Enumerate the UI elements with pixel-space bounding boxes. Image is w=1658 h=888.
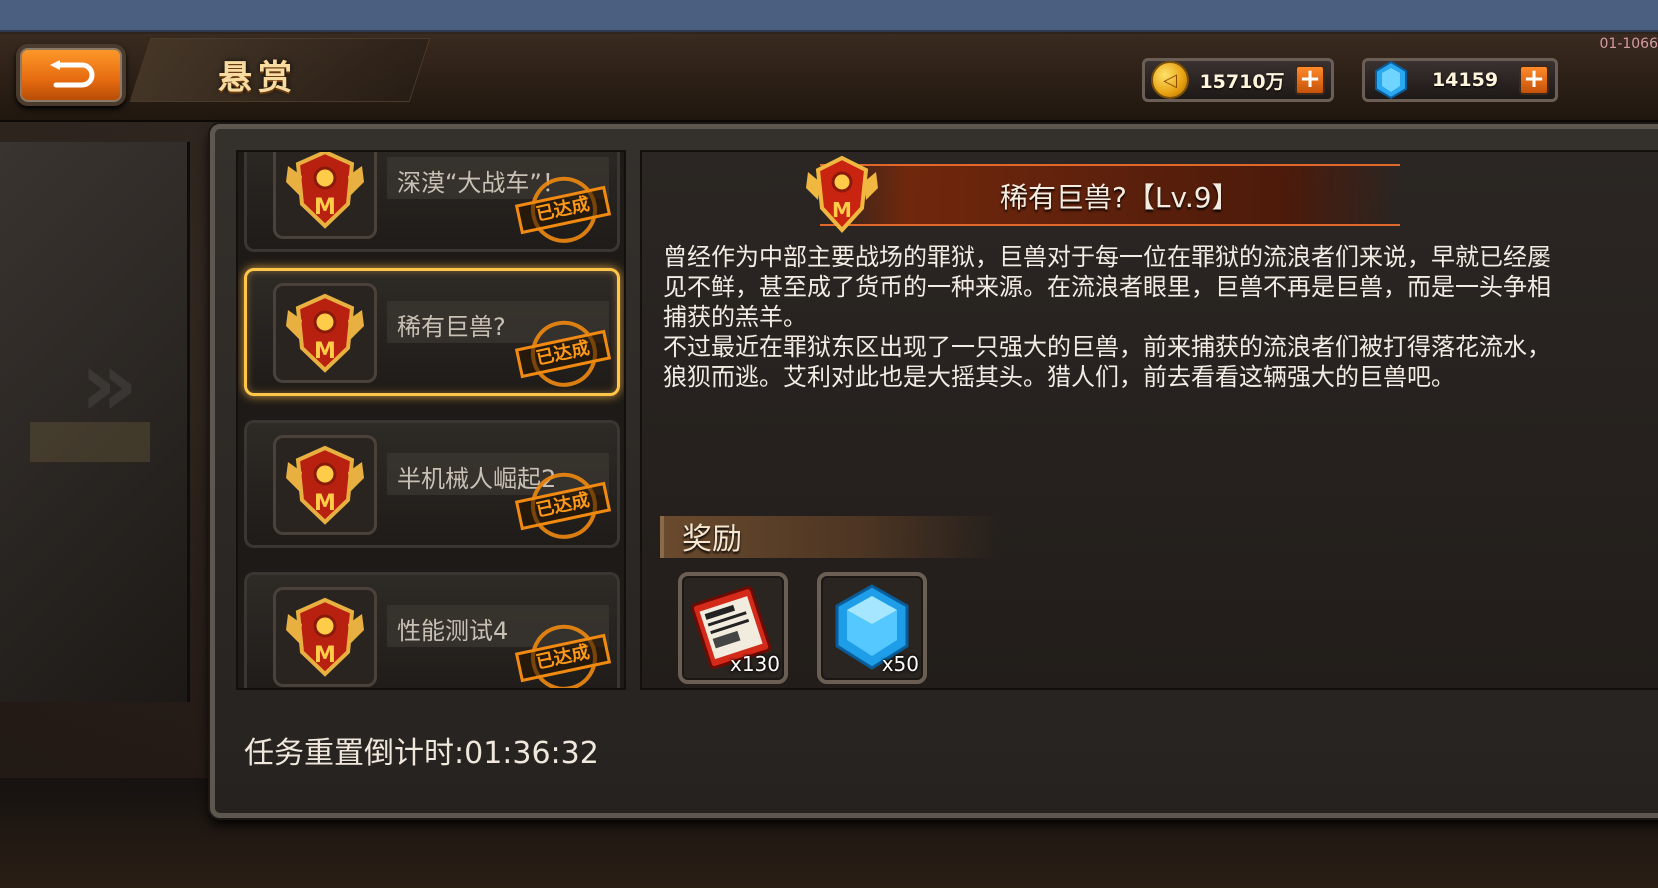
gem-currency-display: 14159 + <box>1362 58 1558 102</box>
bounty-list[interactable]: M 深漠“大战车”！ 已达成 M 稀有巨兽? 已达成 M 半机械人崛起2 已达成… <box>236 150 626 690</box>
gold-currency-display: ◁ 15710万 + <box>1142 58 1334 102</box>
bounty-badge-icon: M <box>286 445 364 525</box>
reward-quantity: x130 <box>729 652 780 676</box>
bounty-badge-frame: M <box>273 152 377 239</box>
bounty-list-item-selected[interactable]: M 稀有巨兽? 已达成 <box>244 268 620 396</box>
svg-text:M: M <box>314 195 336 220</box>
svg-text:M: M <box>832 198 852 222</box>
bounty-badge-frame: M <box>273 283 377 383</box>
bounty-list-item[interactable]: M 半机械人崛起2 已达成 <box>244 420 620 548</box>
bounty-badge-frame: M <box>273 587 377 687</box>
bounty-badge-icon: M <box>286 293 364 373</box>
bounty-list-item[interactable]: M 深漠“大战车”！ 已达成 <box>244 152 620 252</box>
svg-text:M: M <box>314 491 336 516</box>
page-title: 悬赏 <box>218 58 298 98</box>
bounty-badge-icon: M <box>286 597 364 677</box>
bounty-name: 性能测试4 <box>397 617 509 645</box>
window-title-bar <box>0 0 1658 32</box>
bounty-badge-icon: M <box>806 155 878 233</box>
background-chevron-decoration: » <box>80 332 139 437</box>
bounty-name: 稀有巨兽? <box>397 313 506 341</box>
gold-amount: 15710万 <box>1199 70 1285 93</box>
bounty-badge-frame: M <box>273 435 377 535</box>
back-arrow-icon <box>50 60 95 88</box>
reward-slot-ticket[interactable]: x130 <box>678 572 788 684</box>
build-id-label: 01-1066 <box>1599 36 1658 52</box>
reward-slot-gem[interactable]: x50 <box>817 572 927 684</box>
bounty-detail-panel <box>640 150 1658 690</box>
reset-countdown: 任务重置倒计时:01:36:32 <box>244 736 599 771</box>
gem-amount: 14159 <box>1431 69 1499 91</box>
add-gold-button[interactable]: + <box>1295 65 1325 95</box>
reward-quantity: x50 <box>881 652 919 676</box>
description-paragraph: 不过最近在罪狱东区出现了一只强大的巨兽，前来捕获的流浪者们被打得落花流水，狼狈而… <box>663 333 1551 391</box>
reward-section-title: 奖励 <box>682 522 742 557</box>
add-gems-button[interactable]: + <box>1519 65 1549 95</box>
back-button[interactable] <box>16 44 126 106</box>
blue-gem-icon <box>1375 60 1407 100</box>
bounty-description: 曾经作为中部主要战场的罪狱，巨兽对于每一位在罪狱的流浪者们来说，早就已经屡见不鲜… <box>663 242 1553 392</box>
bounty-list-item[interactable]: M 性能测试4 已达成 <box>244 572 620 688</box>
svg-text:M: M <box>314 643 336 668</box>
description-paragraph: 曾经作为中部主要战场的罪狱，巨兽对于每一位在罪狱的流浪者们来说，早就已经屡见不鲜… <box>663 243 1551 331</box>
gold-coin-icon: ◁ <box>1151 61 1189 99</box>
svg-text:M: M <box>314 339 336 364</box>
bounty-badge-icon: M <box>286 152 364 229</box>
bounty-detail-title: 稀有巨兽?【Lv.9】 <box>1000 181 1240 214</box>
